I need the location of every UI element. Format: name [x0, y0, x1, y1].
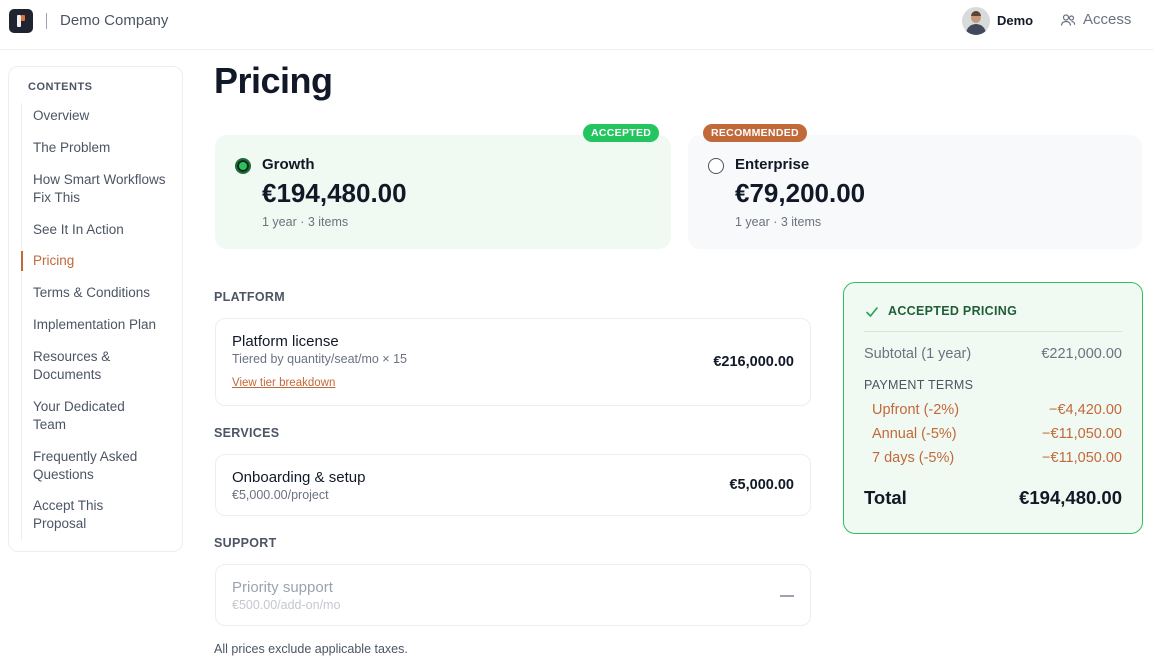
line-item-amount: €216,000.00: [713, 354, 794, 370]
plan-meta: 1 year · 3 items: [735, 215, 822, 229]
plan-radio-selected[interactable]: [235, 158, 251, 174]
toc-active-indicator: [21, 251, 23, 271]
line-item-subtext: €5,000.00/project: [232, 488, 329, 502]
line-item-amount: €5,000.00: [729, 477, 794, 493]
access-button[interactable]: Access: [1060, 11, 1131, 28]
payment-term-value: −€11,050.00: [1042, 426, 1122, 442]
page-title: Pricing: [214, 60, 333, 101]
users-icon: [1060, 13, 1076, 26]
payment-term-row: Upfront (-2%) −€4,420.00: [872, 402, 1122, 418]
company-name: Demo Company: [60, 12, 169, 29]
payment-term-label: 7 days (-5%): [872, 450, 955, 466]
line-item-name: Platform license: [232, 333, 339, 350]
toc-item-dedicated-team[interactable]: Your Dedicated Team: [33, 398, 148, 434]
top-bar: Demo Company Demo Access: [0, 0, 1154, 50]
payment-term-label: Annual (-5%): [872, 426, 957, 442]
line-item-subtext: Tiered by quantity/seat/mo × 15: [232, 352, 407, 366]
payment-term-value: −€4,420.00: [1049, 402, 1122, 418]
line-item-priority-support[interactable]: Priority support €500.00/add-on/mo: [215, 564, 811, 626]
payment-term-row: Annual (-5%) −€11,050.00: [872, 426, 1122, 442]
toc-item-implementation-plan[interactable]: Implementation Plan: [33, 316, 168, 334]
payment-term-row: 7 days (-5%) −€11,050.00: [872, 450, 1122, 466]
total-value: €194,480.00: [1019, 487, 1122, 508]
toc-item-the-problem[interactable]: The Problem: [33, 139, 168, 157]
line-item-platform-license: Platform license Tiered by quantity/seat…: [215, 318, 811, 406]
toc-item-accept-proposal[interactable]: Accept This Proposal: [33, 497, 123, 533]
line-item-name: Priority support: [232, 579, 333, 596]
payment-terms-label: PAYMENT TERMS: [864, 378, 974, 392]
summary-divider: [864, 331, 1122, 332]
subtotal-label: Subtotal (1 year): [864, 346, 972, 362]
plan-card-growth[interactable]: Growth €194,480.00 1 year · 3 items: [215, 135, 671, 249]
section-label-platform: PLATFORM: [214, 290, 285, 304]
toc-item-terms-conditions[interactable]: Terms & Conditions: [33, 284, 168, 302]
line-item-subtext: €500.00/add-on/mo: [232, 598, 341, 612]
plan-name: Growth: [262, 156, 315, 173]
toc-item-overview[interactable]: Overview: [33, 107, 168, 125]
plan-name: Enterprise: [735, 156, 810, 173]
header-divider: [46, 13, 47, 29]
plan-card-enterprise[interactable]: Enterprise €79,200.00 1 year · 3 items: [688, 135, 1142, 249]
toc-item-how-smart-workflows[interactable]: How Smart Workflows Fix This: [33, 171, 168, 207]
plan-price: €79,200.00: [735, 178, 866, 208]
access-label: Access: [1083, 11, 1132, 28]
recommended-badge: RECOMMENDED: [703, 124, 807, 142]
view-tier-breakdown-link[interactable]: View tier breakdown: [232, 377, 335, 389]
plan-radio-unselected[interactable]: [708, 158, 724, 174]
section-label-support: SUPPORT: [214, 536, 277, 550]
line-item-onboarding: Onboarding & setup €5,000.00/project €5,…: [215, 454, 811, 516]
user-avatar[interactable]: [962, 7, 990, 35]
toc-item-see-it-in-action[interactable]: See It In Action: [33, 221, 168, 239]
payment-term-label: Upfront (-2%): [872, 402, 960, 418]
plan-meta: 1 year · 3 items: [262, 215, 349, 229]
total-label: Total: [864, 487, 907, 508]
accepted-badge: ACCEPTED: [583, 124, 660, 142]
summary-title: ACCEPTED PRICING: [888, 304, 1018, 318]
contents-title: CONTENTS: [28, 81, 93, 93]
contents-sidebar: CONTENTS Overview The Problem How Smart …: [8, 66, 183, 552]
subtotal-row: Subtotal (1 year) €221,000.00: [864, 346, 1122, 362]
tax-footnote: All prices exclude applicable taxes.: [214, 642, 408, 656]
toc-item-resources-documents[interactable]: Resources & Documents: [33, 348, 138, 384]
accepted-pricing-summary: ACCEPTED PRICING Subtotal (1 year) €221,…: [843, 282, 1143, 534]
line-item-name: Onboarding & setup: [232, 469, 366, 486]
check-icon: [866, 307, 878, 317]
payment-term-value: −€11,050.00: [1042, 450, 1122, 466]
line-item-not-included: [780, 595, 794, 597]
company-logo-icon[interactable]: [9, 9, 33, 33]
toc-item-faq[interactable]: Frequently Asked Questions: [33, 448, 158, 484]
toc-item-pricing[interactable]: Pricing: [33, 252, 168, 270]
section-label-services: SERVICES: [214, 426, 280, 440]
toc-rail: [21, 103, 22, 540]
user-name[interactable]: Demo: [997, 13, 1033, 28]
subtotal-value: €221,000.00: [1041, 346, 1122, 362]
plan-price: €194,480.00: [262, 178, 407, 208]
total-row: Total €194,480.00: [864, 487, 1122, 509]
